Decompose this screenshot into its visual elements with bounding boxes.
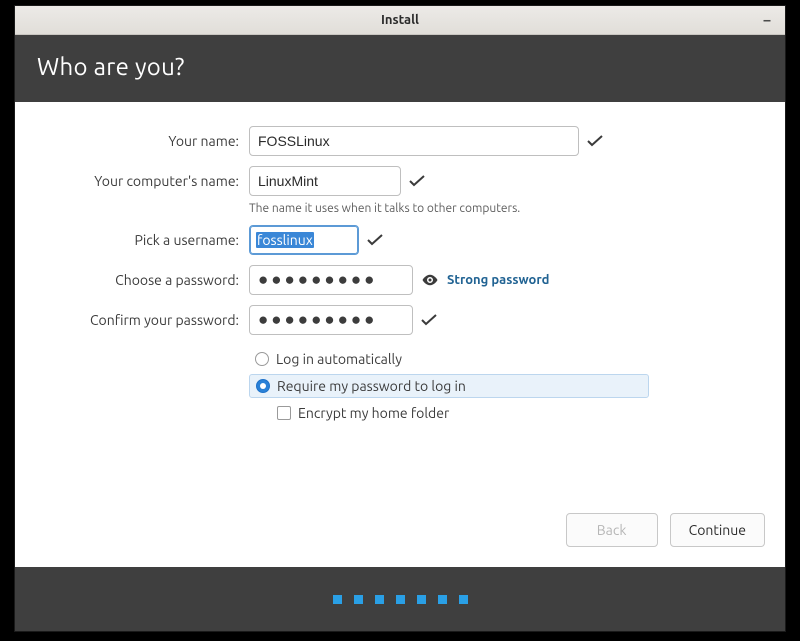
checkbox-icon — [277, 406, 291, 420]
option-encrypt-home[interactable]: Encrypt my home folder — [271, 401, 649, 425]
label-password: Choose a password: — [39, 272, 239, 288]
confirm-password-input[interactable]: ●●●●●●●●● — [249, 305, 413, 335]
option-label: Encrypt my home folder — [298, 405, 449, 421]
progress-dot — [396, 595, 405, 604]
check-icon — [421, 314, 437, 326]
label-computer: Your computer's name: — [39, 173, 239, 189]
computer-hint: The name it uses when it talks to other … — [249, 202, 649, 215]
computer-name-input[interactable] — [249, 166, 401, 196]
continue-button[interactable]: Continue — [670, 513, 765, 547]
progress-dot — [417, 595, 426, 604]
option-auto-login[interactable]: Log in automatically — [249, 347, 649, 371]
page-title: Who are you? — [37, 53, 763, 80]
minimize-button[interactable]: – — [757, 10, 777, 30]
back-button[interactable]: Back — [566, 513, 658, 547]
option-label: Log in automatically — [276, 351, 402, 367]
progress-dot — [459, 595, 468, 604]
page-header: Who are you? — [15, 35, 785, 102]
form-area: Your name: Your computer's name: The nam… — [15, 102, 785, 505]
progress-dot — [438, 595, 447, 604]
titlebar[interactable]: Install – — [15, 6, 785, 35]
button-row: Back Continue — [15, 505, 785, 567]
progress-dot — [354, 595, 363, 604]
progress-dot — [333, 595, 342, 604]
window-title: Install — [15, 13, 785, 27]
option-require-password[interactable]: Require my password to log in — [249, 374, 649, 398]
show-password-icon[interactable] — [421, 271, 439, 289]
password-input[interactable]: ●●●●●●●●● — [249, 265, 413, 295]
check-icon — [367, 234, 383, 246]
label-username: Pick a username: — [39, 232, 239, 248]
option-label: Require my password to log in — [277, 378, 466, 394]
label-name: Your name: — [39, 133, 239, 149]
progress-dot — [375, 595, 384, 604]
password-strength: Strong password — [447, 273, 549, 287]
username-input[interactable]: fosslinux — [249, 225, 359, 255]
progress-footer — [15, 567, 785, 631]
install-window: Install – Who are you? Your name: Your c… — [14, 5, 786, 632]
label-confirm: Confirm your password: — [39, 312, 239, 328]
check-icon — [587, 135, 603, 147]
name-input[interactable] — [249, 126, 579, 156]
check-icon — [409, 175, 425, 187]
radio-icon — [256, 379, 270, 393]
radio-icon — [255, 352, 269, 366]
